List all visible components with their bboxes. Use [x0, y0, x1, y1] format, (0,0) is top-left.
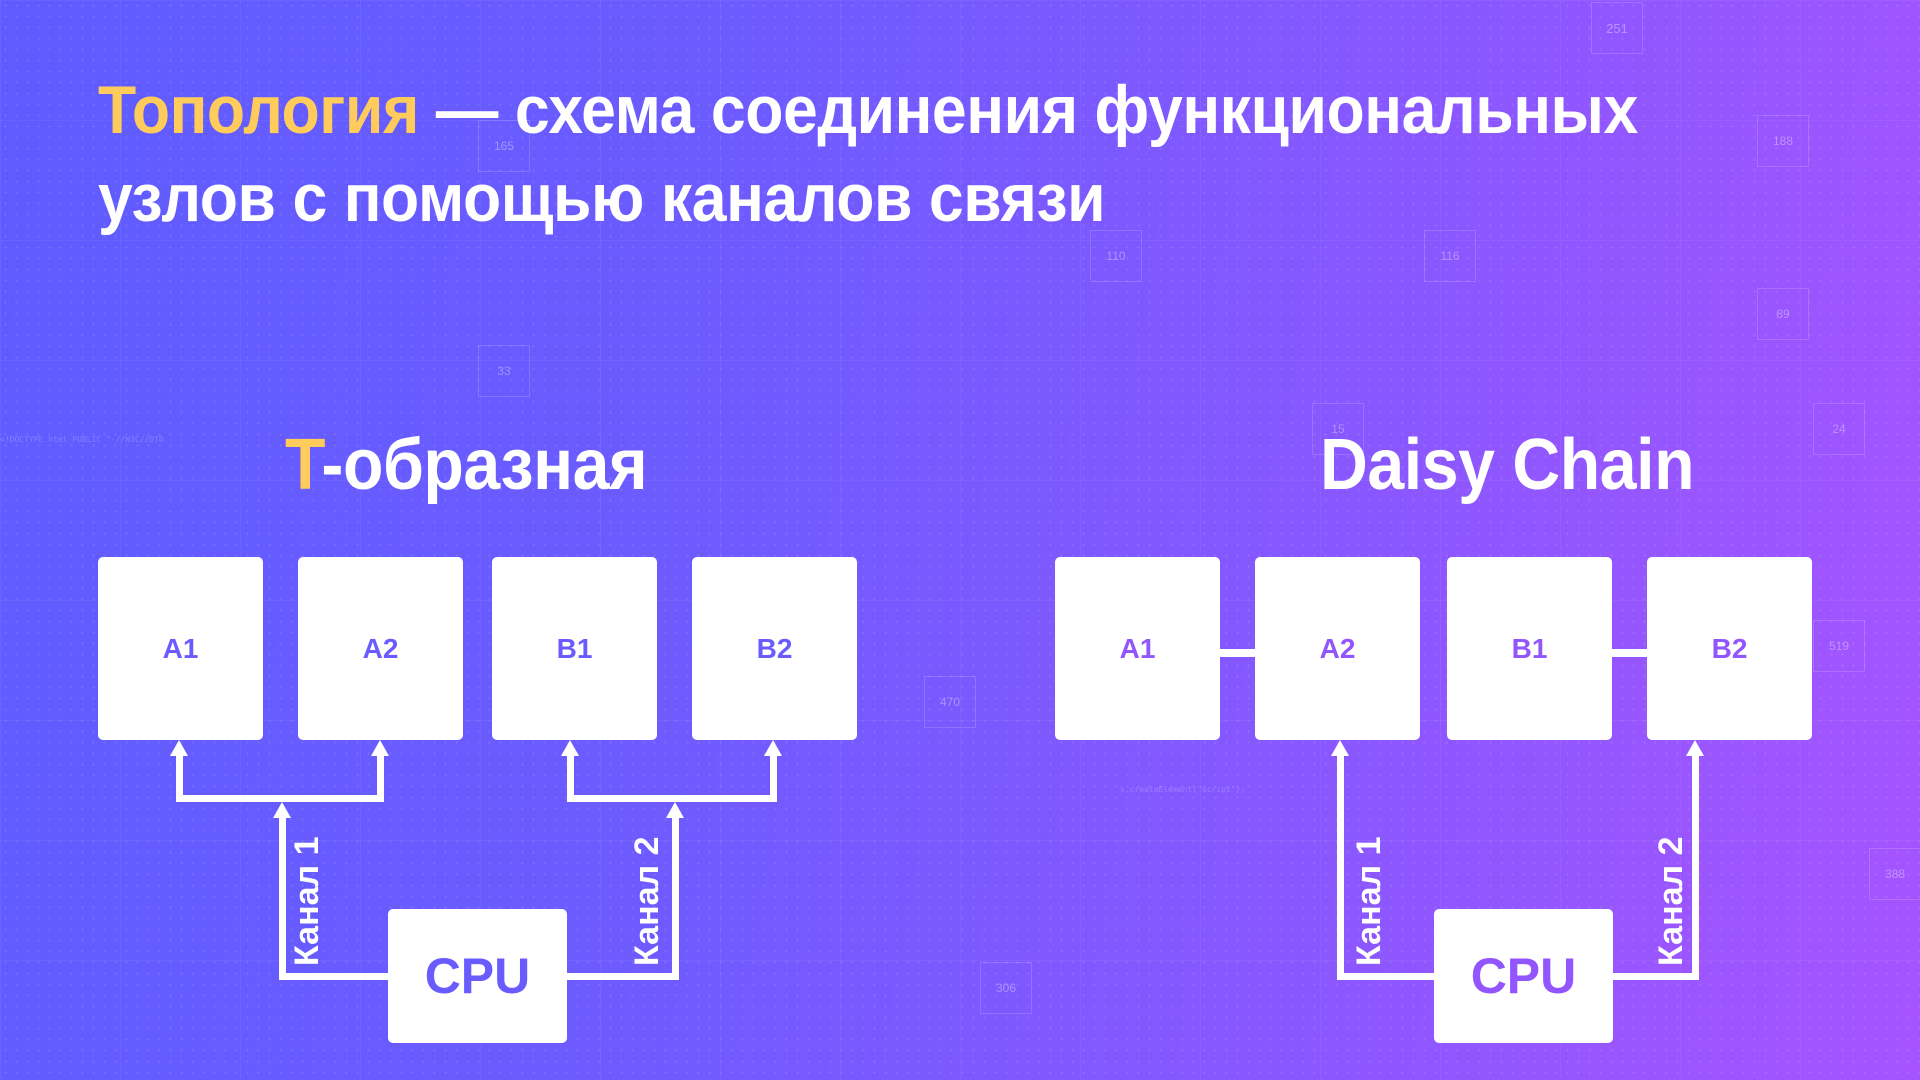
t-node-a2: A2 [298, 557, 463, 740]
t-topology-title-rest: -образная [321, 425, 648, 505]
background-number-box: 33 [478, 345, 530, 397]
dc-channel-1-line [1337, 754, 1344, 980]
arrow-up-icon [1686, 740, 1704, 756]
dc-cpu: CPU [1434, 909, 1613, 1043]
background-number-box: 306 [980, 962, 1032, 1014]
background-number-box: 251 [1591, 2, 1643, 54]
t-channel-1-to-cpu [279, 973, 389, 980]
dc-node-b2: B2 [1647, 557, 1812, 740]
t-channel-1-label: Канал 1 [288, 836, 326, 966]
arrow-up-icon [764, 740, 782, 756]
daisy-chain-title: Daisy Chain [1320, 425, 1695, 505]
arrow-up-icon [273, 802, 291, 818]
arrow-up-icon [1331, 740, 1349, 756]
background-number-box: 89 [1757, 288, 1809, 340]
title-highlight: Топология [98, 72, 419, 148]
t-branch-b-horizontal [567, 795, 777, 802]
t-channel-2-line [672, 816, 679, 980]
dc-channel-2-line [1692, 754, 1699, 980]
arrow-up-icon [170, 740, 188, 756]
background-code-snippet: s.createElement("script"); [1120, 785, 1246, 794]
dc-link-a1-a2 [1219, 649, 1256, 657]
dc-channel-1-to-cpu [1337, 973, 1435, 980]
dc-node-a2: A2 [1255, 557, 1420, 740]
t-channel-1-line [279, 816, 286, 980]
title-line-2: узлов с помощью каналов связи [98, 160, 1106, 236]
page-title: Топология — схема соединения функциональ… [98, 66, 1717, 242]
background-code-snippet: <!DOCTYPE html PUBLIC "-//W3C//DTD [0, 435, 164, 444]
arrow-up-icon [371, 740, 389, 756]
dc-channel-2-label: Канал 2 [1652, 836, 1690, 966]
t-cpu: CPU [388, 909, 567, 1043]
background-number-box: 519 [1813, 620, 1865, 672]
title-rest: — схема соединения функциональных [418, 72, 1638, 148]
dc-node-a1: A1 [1055, 557, 1220, 740]
background-number-box: 388 [1869, 848, 1920, 900]
arrow-up-icon [561, 740, 579, 756]
t-topology-title-highlight: T [285, 425, 322, 505]
t-branch-a-horizontal [176, 795, 384, 802]
dc-channel-2-to-cpu [1613, 973, 1699, 980]
t-topology-title: T-образная [285, 424, 648, 506]
background-number-box: 470 [924, 676, 976, 728]
dc-node-b1: B1 [1447, 557, 1612, 740]
dc-channel-1-label: Канал 1 [1350, 836, 1388, 966]
arrow-up-icon [666, 802, 684, 818]
t-channel-2-label: Канал 2 [628, 836, 666, 966]
t-node-b1: B1 [492, 557, 657, 740]
dc-link-b1-b2 [1612, 649, 1648, 657]
background-number-box: 188 [1757, 115, 1809, 167]
background-number-box: 24 [1813, 403, 1865, 455]
t-channel-2-to-cpu [566, 973, 679, 980]
t-node-b2: B2 [692, 557, 857, 740]
t-node-a1: A1 [98, 557, 263, 740]
title-line-1: Топология — схема соединения функциональ… [98, 66, 1717, 154]
